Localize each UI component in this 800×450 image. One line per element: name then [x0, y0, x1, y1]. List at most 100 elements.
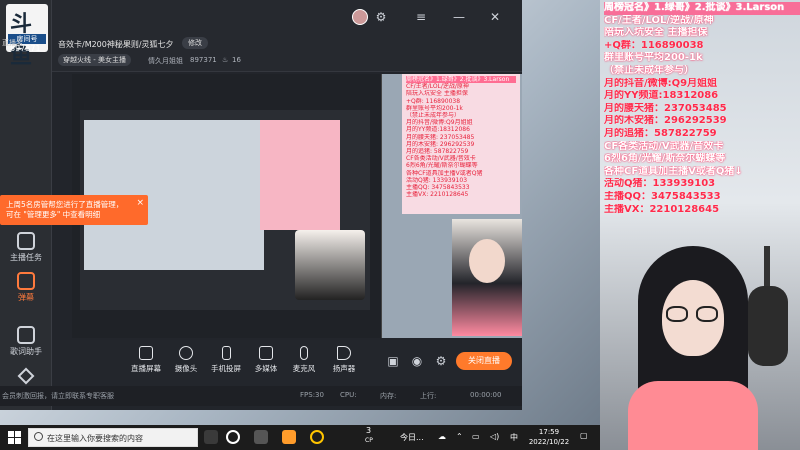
mic-icon — [300, 346, 308, 360]
network-icon[interactable]: ▭ — [472, 432, 480, 441]
close-icon[interactable]: ✕ — [488, 10, 502, 24]
preview-overlay-line: CF/王者/LOL/逆战/原神 — [406, 83, 469, 91]
windows-taskbar: 在这里输入你要搜索的内容 3 CP 今日... ☁ ⌃ ▭ ◁) 中 17:59… — [0, 425, 600, 450]
phone-icon — [221, 346, 231, 360]
overlay-line-qq: 主播QQ：3475843533 — [604, 190, 721, 202]
preview-camera — [452, 219, 522, 336]
screen-icon — [139, 346, 153, 360]
preview-overlay-line: 主播QQ: 3475843533 — [406, 184, 470, 192]
tool-screen-label: 直播屏幕 — [131, 364, 161, 373]
overlay-line-minor: （禁止未成年参与） — [604, 64, 694, 76]
windows-start-icon[interactable] — [8, 431, 21, 444]
edit-title-button[interactable]: 修改 — [182, 37, 208, 49]
browser-icon[interactable] — [310, 430, 324, 444]
taskbar-search-input[interactable]: 在这里输入你要搜索的内容 — [28, 428, 198, 447]
webcam-shirt — [628, 381, 758, 450]
status-bar: 会员刺激回报，请立即联系专职客服 FPS:30 CPU: 内存: 上行: 00:… — [0, 386, 522, 406]
preview-overlay-line: 月的追猪: 587822759 — [406, 148, 469, 156]
preview-overlay-line: 月的木安猪: 296292539 — [406, 140, 475, 148]
tool-screen[interactable]: 直播屏幕 — [126, 346, 166, 374]
overlay-line-ranking: 周榜冠名》1.绿哥》2.批谈》3.Larson — [604, 2, 800, 15]
overlay-line-qgroup: +Q群：116890038 — [604, 39, 704, 51]
category-tag[interactable]: 穿越火线 - 美女主播 — [58, 54, 131, 66]
settings-icon[interactable]: ⚙ — [374, 10, 388, 24]
stream-overlay-panel: 周榜冠名》1.绿哥》2.批谈》3.Larson CF/王者/LOL/逆战/原神 … — [600, 0, 800, 450]
hamburger-icon[interactable]: ≡ — [414, 10, 428, 24]
overlay-line-price: 群里账号平均200-1k — [604, 52, 703, 64]
tool-media[interactable]: 多媒体 — [246, 346, 286, 374]
mic-arm — [764, 246, 770, 291]
glasses-icon — [696, 306, 718, 322]
microphone-icon — [748, 286, 788, 366]
stop-live-button[interactable]: 关闭直播 — [456, 352, 512, 370]
cortana-icon[interactable] — [226, 430, 240, 444]
status-cpu: CPU: — [340, 391, 357, 399]
volume-icon[interactable]: ◁) — [490, 432, 499, 441]
camera-icon — [179, 346, 193, 360]
screen: 斗鱼 房间号 897371 直播名 主播任务 弹幕 歌词助手 ⚙ ≡ — ✕ 音… — [0, 0, 800, 450]
tool-speaker[interactable]: 扬声器 — [324, 346, 364, 374]
room-label: 直播名 — [2, 39, 23, 47]
preview-overlay-line: 月的腰天猪: 237053485 — [406, 133, 475, 141]
preview-overlay-line: 群里账号平均200-1k — [406, 104, 463, 112]
tool-mic[interactable]: 麦克风 — [284, 346, 324, 374]
ime-indicator[interactable]: 中 — [510, 432, 518, 443]
preview-overlay-line: 各种CF道具加主播V或者Q猪 — [406, 169, 483, 177]
overlay-line-group2: 月的木安猪：296292539 — [604, 115, 727, 127]
heat-count: 16 — [232, 56, 241, 64]
tray-cloud-icon[interactable]: ☁ — [438, 432, 446, 441]
avatar[interactable] — [352, 9, 368, 25]
tooltip-close-icon[interactable]: × — [136, 198, 144, 208]
preview-overlay-line: 主播VX: 2210128645 — [406, 191, 469, 199]
overlay-line-group1: 月的腰天猪：237053485 — [604, 102, 727, 114]
preview-overlay-line: （禁止未成年参与） — [406, 112, 461, 120]
overlay-info: 周榜冠名》1.绿哥》2.批谈》3.Larson CF/王者/LOL/逆战/原神 … — [604, 2, 800, 216]
music-icon — [17, 326, 35, 344]
overlay-line-activity: 活动Q猪：133939103 — [604, 178, 716, 190]
tool-camera[interactable]: 摄像头 — [166, 346, 206, 374]
diamond-icon — [17, 367, 35, 385]
status-duration: 00:00:00 — [470, 391, 502, 399]
app-icon-1[interactable] — [204, 430, 218, 444]
captured-desktop: 斗鱼 房间号 897371 直播名 主播任务 弹幕 歌词助手 ⚙ ≡ — ✕ 音… — [0, 0, 600, 425]
nav-lyrics[interactable]: 歌词助手 — [0, 326, 52, 357]
overlay-line-contact: 各种CF道具加主播V或者Q猪↓ — [604, 165, 743, 177]
eye-icon[interactable]: ◉ — [410, 354, 424, 368]
minimize-icon[interactable]: — — [452, 10, 466, 24]
overlay-line-yy: 月的YY频道:18312086 — [604, 90, 719, 102]
tooltip-text: 上周5名房管帮您进行了直播管理，可在 "管理更多" 中查看明细 — [6, 200, 124, 219]
weather-widget[interactable]: 今日... — [400, 432, 424, 443]
tool-phone-label: 手机投屏 — [211, 364, 241, 373]
preview-overlay-line: 6烈6角/光耀/斯奈尔蝴蝶等 — [406, 162, 478, 170]
status-upload: 上行: — [420, 392, 437, 400]
record-icon[interactable]: ▣ — [386, 354, 400, 368]
manager-tooltip: 上周5名房管帮您进行了直播管理，可在 "管理更多" 中查看明细 × — [0, 195, 148, 225]
nav-danmaku[interactable]: 弹幕 — [0, 272, 52, 303]
status-promo: 会员刺激回报，请立即联系专职客服 — [2, 392, 114, 400]
status-fps: FPS:30 — [300, 391, 324, 399]
overlay-line-cf: CF各类活动/V武器/音效卡 — [604, 140, 724, 152]
taskbar-clock[interactable]: 17:59 2022/10/22 — [524, 427, 574, 447]
preview-overlay-line: +Q群: 116890038 — [406, 97, 461, 105]
overlay-line-items: 6烈6角/光耀/斯奈尔蝴蝶等 — [604, 153, 726, 165]
douyu-app-icon[interactable] — [282, 430, 296, 444]
nav-label-lyrics: 歌词助手 — [10, 347, 42, 356]
task-view-icon[interactable] — [254, 430, 268, 444]
tool-mic-label: 麦克风 — [292, 364, 316, 373]
preview-overlay-line: 陪玩入坑安全 主播担保 — [406, 90, 468, 98]
nav-anchor-tasks[interactable]: 主播任务 — [0, 232, 52, 263]
preview-camera-face — [469, 239, 505, 283]
calendar-icon — [17, 232, 35, 250]
tool-speaker-label: 扬声器 — [332, 364, 356, 373]
tray-up-icon[interactable]: ⌃ — [456, 432, 463, 441]
notification-icon[interactable]: ▢ — [580, 431, 588, 440]
tool-phone[interactable]: 手机投屏 — [206, 346, 246, 374]
overlay-line-games: CF/王者/LOL/逆战/原神 — [604, 14, 714, 26]
clock-date: 2022/10/22 — [528, 438, 570, 446]
room-header: ⚙ ≡ — ✕ 音效卡/M200神秘果则/灵狐七夕 修改 穿越火线 - 美女主播… — [52, 0, 522, 72]
stream-meta: 情久月姐姐 — [148, 57, 183, 65]
gear-icon[interactable]: ⚙ — [434, 354, 448, 368]
media-icon — [259, 346, 273, 360]
source-toolbar: 直播屏幕 摄像头 手机投屏 多媒体 麦克风 扬声器 ▣ ◉ ⚙ 关闭直播 — [52, 340, 522, 386]
nav-more[interactable] — [0, 367, 52, 385]
